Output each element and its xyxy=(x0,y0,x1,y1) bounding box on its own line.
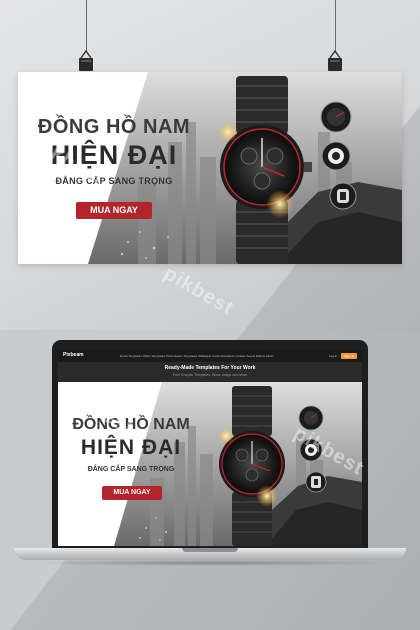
hanging-banner: ĐỒNG HỒ NAM HIỆN ĐẠI ĐẲNG CẤP SANG TRỌNG… xyxy=(18,72,402,264)
binder-clip-icon xyxy=(79,50,93,71)
nav-links[interactable]: Email Templates Office Templates Present… xyxy=(120,354,274,358)
screen-banner: ĐỒNG HỒ NAM HIỆN ĐẠI ĐẲNG CẤP SANG TRỌNG… xyxy=(58,382,362,546)
hanging-string xyxy=(86,0,87,52)
banner-title-line2: HIỆN ĐẠI xyxy=(50,140,178,170)
hero-subtitle: Free Graphic Templates, Stock Image and … xyxy=(172,373,248,377)
buy-now-button[interactable]: MUA NGAY xyxy=(76,202,152,219)
signup-button[interactable]: Sign up xyxy=(341,353,358,359)
laptop-screen: Pixbeam Email Templates Office Templates… xyxy=(58,350,362,546)
laptop-shadow xyxy=(30,560,390,566)
hero-title: Ready-Made Templates For Your Work xyxy=(164,365,256,371)
watch-photo xyxy=(114,382,362,546)
screen-buy-now-button[interactable]: MUA NGAY xyxy=(102,486,162,500)
banner-title-line1: ĐỒNG HỒ NAM xyxy=(37,116,191,138)
hanging-string xyxy=(335,0,336,52)
screen-banner-title-line2: HIỆN ĐẠI xyxy=(80,436,182,459)
banner-tagline: ĐẲNG CẤP SANG TRỌNG xyxy=(55,176,173,186)
screen-banner-title-line1: ĐỒNG HỒ NAM xyxy=(72,416,190,433)
site-hero: Ready-Made Templates For Your Work Free … xyxy=(58,362,362,382)
laptop-notch xyxy=(182,548,238,552)
binder-clip-icon xyxy=(328,50,342,71)
screen-banner-tagline: ĐẲNG CẤP SANG TRỌNG xyxy=(87,466,175,473)
site-navbar: Pixbeam Email Templates Office Templates… xyxy=(58,350,362,362)
login-button[interactable]: Log in xyxy=(326,353,340,359)
site-logo[interactable]: Pixbeam xyxy=(63,352,84,358)
